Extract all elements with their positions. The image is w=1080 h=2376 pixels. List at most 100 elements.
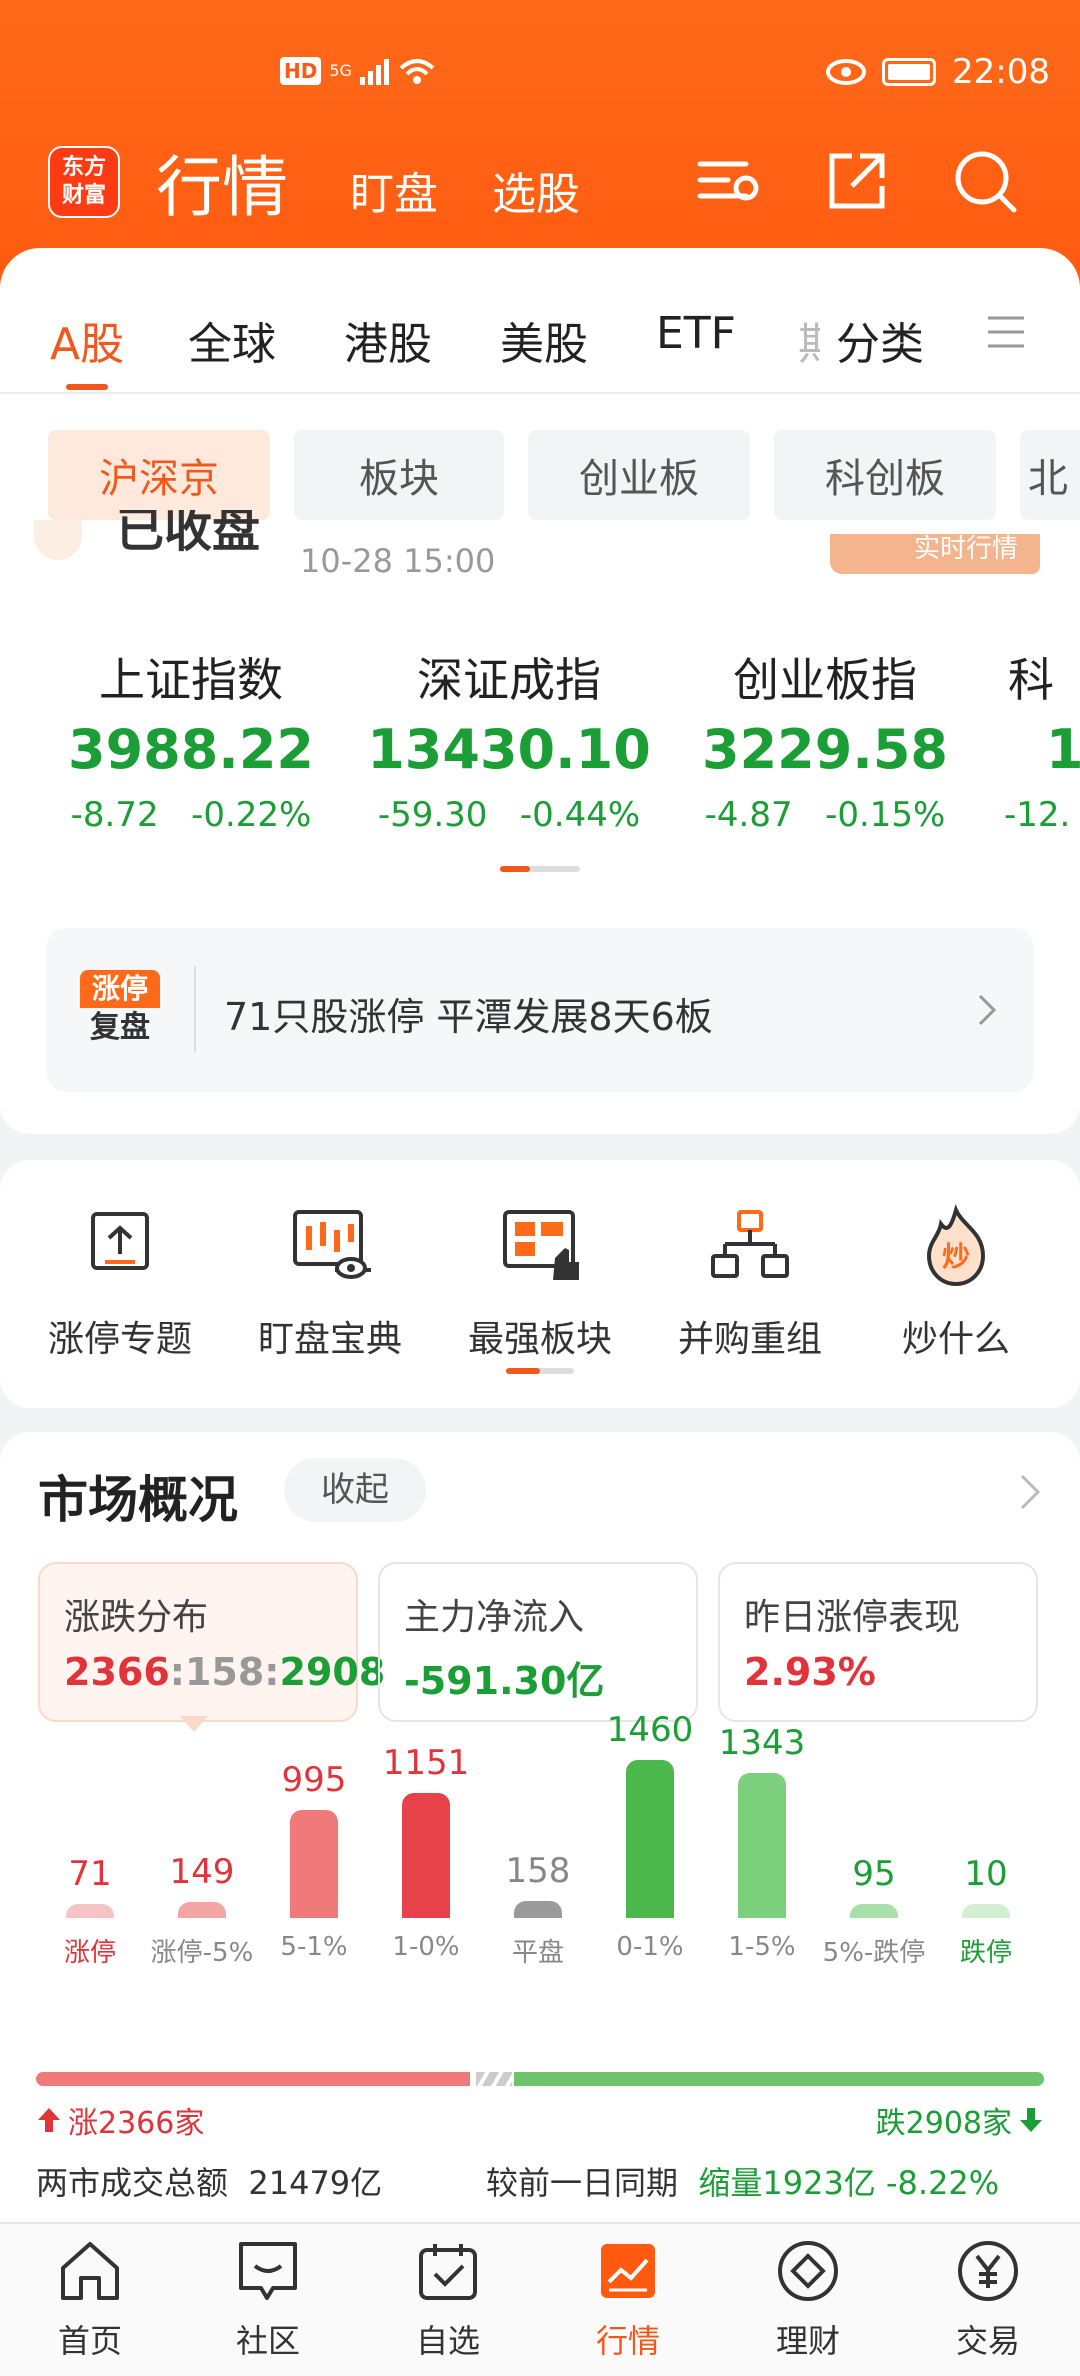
limit-up-review-banner[interactable]: 涨停 复盘 71只股涨停 平潭发展8天6板 xyxy=(46,928,1034,1092)
quick-label: 涨停专题 xyxy=(47,1319,192,1360)
realtime-badge[interactable]: 实时行情 xyxy=(830,534,1040,574)
up-total-text: 涨2366家 xyxy=(68,2106,205,2141)
up-total: 涨2366家 xyxy=(36,2098,204,2142)
chip-hushenjing[interactable]: 沪深京 xyxy=(48,430,270,520)
svg-text:炒: 炒 xyxy=(942,1240,970,1273)
flat-segment xyxy=(476,2072,512,2086)
index-name: 科 xyxy=(1008,653,1054,707)
quick-label: 并购重组 xyxy=(677,1319,822,1360)
down-segment xyxy=(514,2072,1044,2086)
tab-hk[interactable]: 港股 xyxy=(344,308,432,372)
quick-strongest-sector[interactable]: 最强板块 xyxy=(440,1202,640,1362)
candlestick-eye-icon xyxy=(293,1210,371,1279)
share-icon[interactable] xyxy=(822,146,892,216)
stat-yesterday-limit[interactable]: 昨日涨停表现 2.93% xyxy=(718,1562,1038,1722)
index-shanghai[interactable]: 上证指数 3988.22 -8.72 -0.22% xyxy=(46,644,336,835)
index-star50[interactable]: 科 14 -12. xyxy=(1004,644,1080,835)
quick-entries: 涨停专题 盯盘宝典 最强板块 并购重组 炒 炒什么 xyxy=(0,1160,1080,1408)
stat-value: -591.30亿 xyxy=(404,1659,605,1703)
index-change: -8.72 xyxy=(70,795,159,835)
quick-hot-topics[interactable]: 炒 炒什么 xyxy=(856,1202,1056,1362)
chip-bse[interactable]: 北 xyxy=(1020,430,1080,520)
bar-label-7: 5%-跌停 xyxy=(822,1938,926,1968)
tab-us[interactable]: 美股 xyxy=(500,308,588,372)
signal-icon xyxy=(359,57,389,85)
bar-value-8: 10 xyxy=(964,1854,1008,1894)
realtime-badge-label: 实时行情 xyxy=(913,534,1018,564)
nav-trade[interactable]: 交易 xyxy=(918,2234,1058,2362)
settings-filter-icon[interactable] xyxy=(694,146,764,216)
hd-badge: HD xyxy=(280,57,322,85)
quick-watch-guide[interactable]: 盯盘宝典 xyxy=(230,1202,430,1362)
bar-value-5: 1460 xyxy=(606,1710,694,1750)
stat-label: 涨跌分布 xyxy=(64,1597,209,1638)
nav-wealth[interactable]: 理财 xyxy=(738,2234,878,2362)
search-icon[interactable] xyxy=(950,146,1020,216)
closed-icon xyxy=(34,520,82,560)
index-value: 3988.22 xyxy=(68,718,314,781)
bottom-nav: 首页 社区 自选 行情 理财 交易 xyxy=(0,2222,1080,2376)
bar-3 xyxy=(402,1793,450,1918)
nav-home[interactable]: 首页 xyxy=(20,2234,160,2362)
logo-line1: 东方 xyxy=(61,155,106,180)
index-chinext[interactable]: 创业板指 3229.58 -4.87 -0.15% xyxy=(680,644,970,835)
chip-star[interactable]: 科创板 xyxy=(774,430,996,520)
down-count: 2908 xyxy=(279,1650,386,1694)
quick-label: 盯盘宝典 xyxy=(257,1319,402,1360)
chip-gem[interactable]: 创业板 xyxy=(528,430,750,520)
up-segment xyxy=(36,2072,470,2086)
tab-etf[interactable]: ETF xyxy=(656,308,736,359)
quick-limit-up-topic[interactable]: 涨停专题 xyxy=(20,1202,220,1362)
index-value: 13430.10 xyxy=(367,718,651,781)
collapse-button[interactable]: 收起 xyxy=(284,1458,426,1522)
stat-distribution[interactable]: 涨跌分布 2366:158:2908 xyxy=(38,1562,385,1722)
up-count: 2366 xyxy=(64,1650,170,1694)
index-change: -4.87 xyxy=(704,795,793,835)
down-total: 跌2908家 xyxy=(876,2098,1044,2142)
badge-line2: 复盘 xyxy=(90,1010,150,1045)
stat-net-inflow[interactable]: 主力净流入 -591.30亿 xyxy=(378,1562,698,1722)
index-change: -12. xyxy=(1004,795,1071,835)
bar-7 xyxy=(850,1904,898,1918)
menu-icon[interactable] xyxy=(986,312,1026,352)
compare-value: 缩量1923亿 xyxy=(698,2164,876,2202)
market-state: 已收盘 xyxy=(116,510,261,556)
bar-value-6: 1343 xyxy=(718,1722,806,1763)
index-card: 已收盘 10-28 15:00 实时行情 上证指数 3988.22 -8.72 … xyxy=(0,510,1080,1134)
index-name: 深证成指 xyxy=(417,653,601,707)
down-total-text: 跌2908家 xyxy=(875,2106,1012,2141)
bar-label-4: 平盘 xyxy=(511,1938,564,1968)
quick-ma[interactable]: 并购重组 xyxy=(650,1202,850,1362)
org-chart-icon xyxy=(711,1210,789,1278)
index-shenzhen[interactable]: 深证成指 13430.10 -59.30 -0.44% xyxy=(364,644,654,835)
tab-global[interactable]: 全球 xyxy=(188,308,276,372)
fire-icon: 炒 xyxy=(926,1204,986,1287)
divider xyxy=(194,966,196,1052)
nav-label: 理财 xyxy=(775,2322,840,2360)
tab-category[interactable]: 分类 xyxy=(836,308,924,372)
section-title: 市场概况 xyxy=(38,1471,238,1529)
market-overview: 市场概况 收起 涨跌分布 2366:158:2908 主力净流入 -591.30… xyxy=(0,1432,1080,2222)
quick-label: 炒什么 xyxy=(901,1319,1010,1360)
stat-label: 昨日涨停表现 xyxy=(744,1597,961,1638)
nav-community[interactable]: 社区 xyxy=(198,2234,338,2362)
index-pct: -0.44% xyxy=(519,795,641,835)
calendar-check-icon xyxy=(419,2244,477,2300)
active-tab-indicator xyxy=(66,384,108,390)
yen-icon xyxy=(958,2241,1018,2301)
nav-label: 交易 xyxy=(955,2322,1020,2360)
bar-value-2: 995 xyxy=(281,1760,347,1801)
chip-sector[interactable]: 板块 xyxy=(294,430,504,520)
compare-label: 较前一日同期 xyxy=(486,2164,679,2202)
arrow-down-icon xyxy=(1020,2108,1042,2132)
tab-futures[interactable]: 期 xyxy=(798,308,820,372)
nav-market[interactable]: 行情 xyxy=(558,2234,698,2362)
tab-watch[interactable]: 盯盘 xyxy=(350,158,438,222)
tab-stock-picker[interactable]: 选股 xyxy=(492,158,580,222)
tab-a-share[interactable]: A股 xyxy=(50,308,124,372)
index-value: 14 xyxy=(1046,718,1080,781)
chevron-right-icon[interactable] xyxy=(1018,1472,1042,1512)
nav-watchlist[interactable]: 自选 xyxy=(378,2234,518,2362)
stat-pointer xyxy=(180,1716,208,1732)
app-logo[interactable]: 东方 财富 xyxy=(48,146,120,218)
